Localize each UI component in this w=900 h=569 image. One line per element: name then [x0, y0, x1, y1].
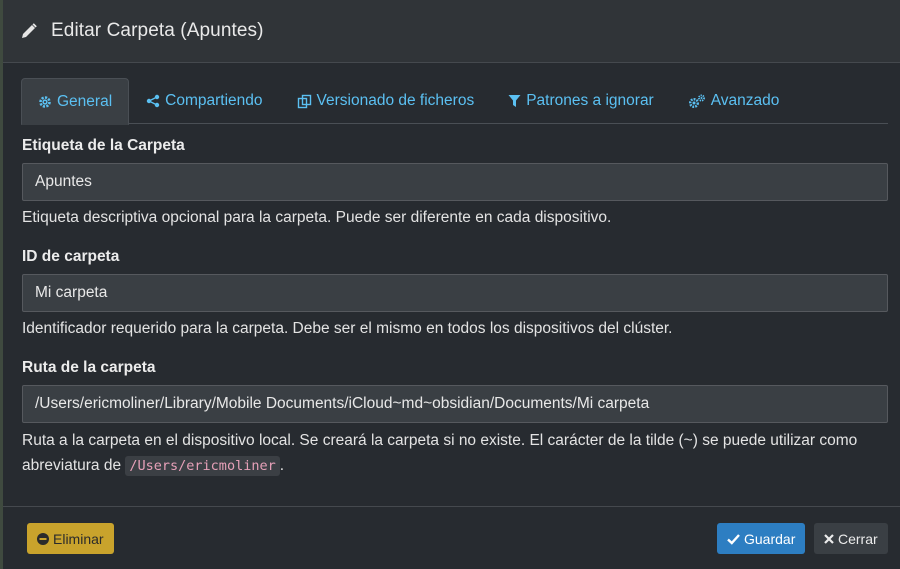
tab-label: Compartiendo	[165, 92, 263, 109]
share-icon	[146, 94, 160, 108]
minus-circle-icon	[37, 532, 49, 545]
gear-icon	[38, 95, 52, 109]
tab-file-versioning[interactable]: Versionado de ficheros	[280, 78, 492, 124]
tab-label: Versionado de ficheros	[316, 92, 475, 109]
close-label: Cerrar	[838, 530, 878, 547]
copy-icon	[297, 94, 312, 109]
modal-header: Editar Carpeta (Apuntes)	[3, 0, 900, 63]
save-label: Guardar	[744, 530, 796, 547]
modal-footer: Eliminar Guardar Cerrar	[3, 506, 900, 569]
save-button[interactable]: Guardar	[717, 523, 805, 554]
folder-label-title: Etiqueta de la Carpeta	[22, 137, 185, 154]
folder-label-input[interactable]	[22, 163, 888, 201]
edit-folder-modal: Editar Carpeta (Apuntes) General Compart…	[0, 0, 900, 569]
folder-id-title: ID de carpeta	[22, 248, 120, 265]
tab-bar: General Compartiendo Versionado de fiche…	[21, 78, 888, 125]
tab-label: Patrones a ignorar	[526, 92, 654, 109]
folder-path-help-end: .	[279, 457, 285, 474]
tab-sharing[interactable]: Compartiendo	[129, 78, 279, 124]
folder-id-help: Identificador requerido para la carpeta.…	[22, 320, 673, 337]
modal-title: Editar Carpeta (Apuntes)	[51, 20, 264, 41]
folder-path-input[interactable]	[22, 385, 888, 423]
home-path-code: /Users/ericmoliner	[125, 456, 280, 476]
tab-ignore-patterns[interactable]: Patrones a ignorar	[491, 78, 671, 124]
tab-label: Avanzado	[710, 92, 780, 109]
tab-advanced[interactable]: Avanzado	[671, 78, 797, 124]
close-icon	[824, 533, 834, 544]
tab-label: General	[57, 92, 113, 110]
folder-path-help: Ruta a la carpeta en el dispositivo loca…	[22, 428, 888, 479]
gears-icon	[688, 94, 706, 109]
tab-general[interactable]: General	[21, 78, 130, 125]
folder-label-help: Etiqueta descriptiva opcional para la ca…	[22, 209, 612, 226]
folder-path-title: Ruta de la carpeta	[22, 359, 156, 376]
delete-button[interactable]: Eliminar	[27, 523, 114, 554]
pencil-icon	[19, 21, 39, 41]
delete-label: Eliminar	[53, 530, 104, 547]
close-button[interactable]: Cerrar	[814, 523, 888, 554]
check-icon	[727, 533, 740, 545]
filter-icon	[508, 94, 521, 108]
folder-id-input[interactable]	[22, 274, 888, 312]
